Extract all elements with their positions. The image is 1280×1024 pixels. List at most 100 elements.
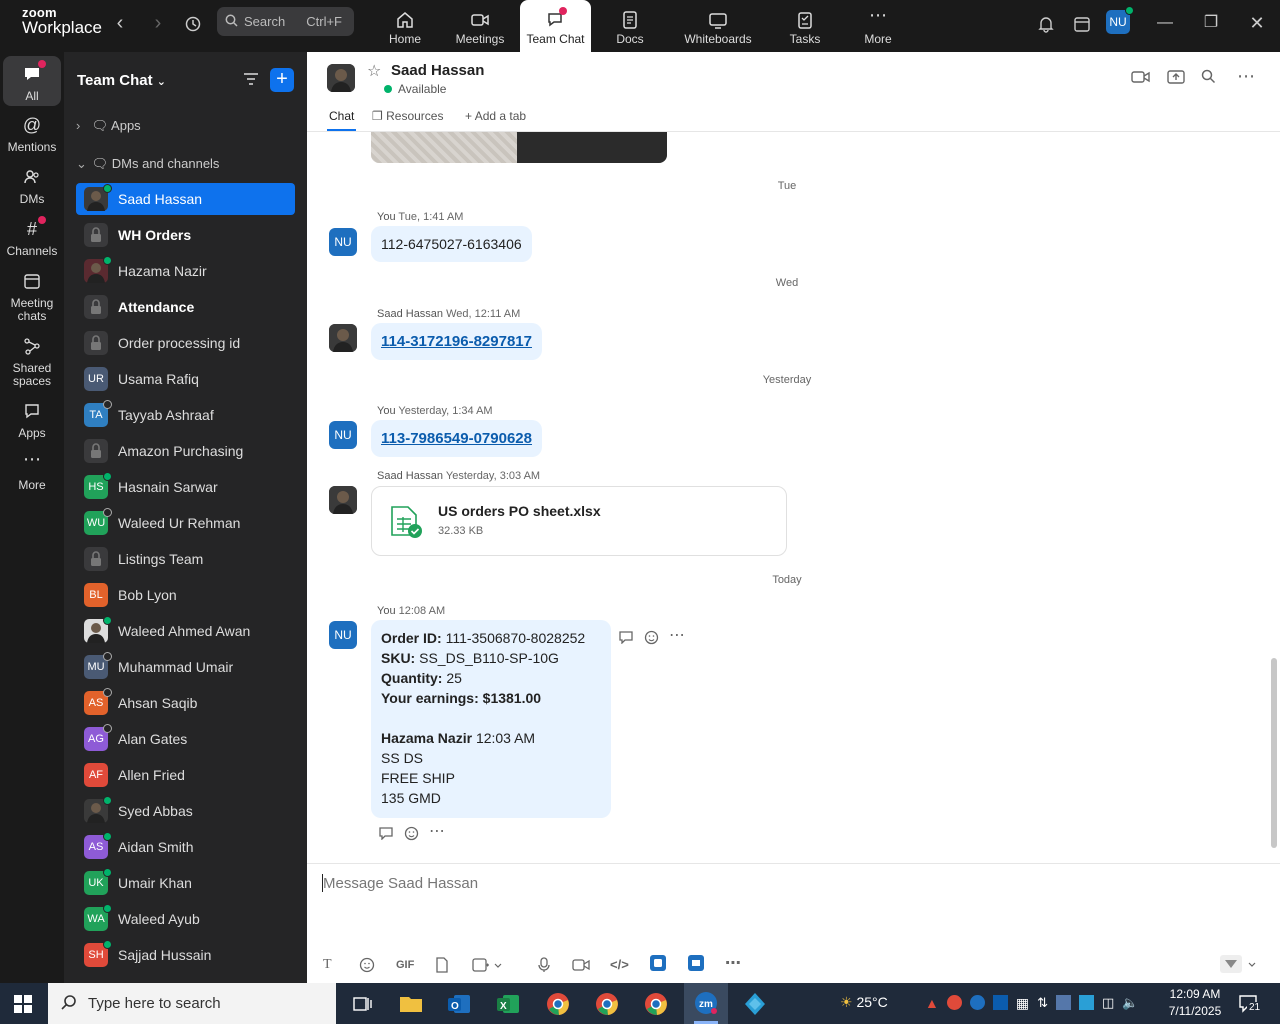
- user-avatar[interactable]: NU: [1106, 6, 1134, 34]
- share-screen-icon[interactable]: [1167, 69, 1185, 90]
- weather-widget[interactable]: ☀ 25°C: [840, 994, 888, 1011]
- sidebar-item-waleed-ayub[interactable]: WA Waleed Ayub: [76, 903, 295, 935]
- sidebar-item-listings-team[interactable]: Listings Team: [76, 543, 295, 575]
- excel-icon[interactable]: X: [493, 989, 523, 1019]
- message-bubble[interactable]: 112-6475027-6163406: [371, 226, 532, 262]
- sidebar-item-waleed-ahmed-awan[interactable]: Waleed Ahmed Awan: [76, 615, 295, 647]
- rail-item-channels[interactable]: # Channels: [3, 212, 61, 258]
- tab-team-chat[interactable]: Team Chat: [520, 0, 591, 52]
- tab-meetings[interactable]: Meetings: [448, 0, 512, 52]
- sidebar-item-syed-abbas[interactable]: Syed Abbas: [76, 795, 295, 827]
- app-diamond-icon[interactable]: [740, 989, 770, 1019]
- peer-avatar[interactable]: [329, 486, 357, 514]
- sidebar-title[interactable]: Team Chat ⌄: [77, 72, 166, 89]
- more-options-icon[interactable]: ⋯: [725, 953, 741, 973]
- video-message-icon[interactable]: [572, 957, 590, 976]
- rail-item-apps[interactable]: Apps: [3, 394, 61, 440]
- sidebar-item-muhammad-umair[interactable]: MU Muhammad Umair: [76, 651, 295, 683]
- more-options-icon[interactable]: ⋯: [669, 628, 685, 650]
- video-call-icon[interactable]: [1131, 69, 1151, 90]
- screenshot-icon[interactable]: [472, 957, 502, 976]
- message-bubble[interactable]: Order ID: 111-3506870-8028252 SKU: SS_DS…: [371, 620, 611, 818]
- file-attachment[interactable]: US orders PO sheet.xlsx 32.33 KB: [371, 486, 787, 556]
- more-options-icon[interactable]: ⋯: [1237, 66, 1255, 87]
- rail-item-more[interactable]: ⋯ More: [3, 446, 61, 492]
- taskbar-search-input[interactable]: Type here to search: [48, 983, 336, 1024]
- sidebar-item-aidan-smith[interactable]: AS Aidan Smith: [76, 831, 295, 863]
- order-link[interactable]: 114-3172196-8297817: [381, 333, 532, 350]
- sidebar-item-order-processing-id[interactable]: Order processing id: [76, 327, 295, 359]
- history-icon[interactable]: [181, 12, 205, 36]
- chrome-icon[interactable]: [543, 989, 573, 1019]
- tab-docs[interactable]: Docs: [608, 0, 652, 52]
- peer-avatar[interactable]: [327, 64, 355, 92]
- message-bubble[interactable]: 114-3172196-8297817: [371, 323, 542, 360]
- defender-icon[interactable]: ▦: [1016, 995, 1029, 1012]
- microphone-icon[interactable]: [537, 957, 551, 976]
- sidebar-item-saad-hassan[interactable]: Saad Hassan: [76, 183, 295, 215]
- send-options-icon[interactable]: [1220, 955, 1258, 976]
- bell-icon[interactable]: [1034, 12, 1058, 36]
- reply-icon[interactable]: [378, 826, 394, 846]
- search-input[interactable]: Search Ctrl+F: [217, 7, 354, 36]
- outlook-tray-icon[interactable]: [992, 995, 1008, 1010]
- gif-button[interactable]: GIF: [396, 959, 414, 971]
- zoom-taskbar-icon[interactable]: zm: [684, 983, 728, 1024]
- code-snippet-icon[interactable]: </>: [610, 957, 629, 972]
- chrome-tray-icon[interactable]: [946, 995, 962, 1010]
- sidebar-item-umair-khan[interactable]: UK Umair Khan: [76, 867, 295, 899]
- tab-home[interactable]: Home: [378, 0, 432, 52]
- sidebar-item-usama-rafiq[interactable]: UR Usama Rafiq: [76, 363, 295, 395]
- forward-arrow-icon[interactable]: ›: [146, 12, 170, 36]
- sidebar-item-tayyab-ashraaf[interactable]: TA Tayyab Ashraaf: [76, 399, 295, 431]
- task-view-icon[interactable]: [348, 989, 378, 1019]
- windows-start-icon[interactable]: [14, 995, 32, 1018]
- section-apps[interactable]: › 🗨 Apps: [76, 118, 141, 134]
- sidebar-item-attendance[interactable]: Attendance: [76, 291, 295, 323]
- speaker-muted-icon[interactable]: 🔈: [1122, 995, 1138, 1012]
- chrome-profile-icon[interactable]: [592, 989, 622, 1019]
- tab-add[interactable]: + Add a tab: [465, 109, 526, 123]
- app-icon-2[interactable]: [688, 955, 704, 974]
- sidebar-item-wh-orders[interactable]: WH Orders: [76, 219, 295, 251]
- message-input[interactable]: Message Saad Hassan: [323, 875, 478, 892]
- tab-chat[interactable]: Chat: [326, 109, 357, 131]
- peer-name[interactable]: Saad Hassan: [391, 62, 484, 79]
- acrobat-icon[interactable]: ▲: [925, 995, 939, 1012]
- app-tray-icon[interactable]: [1056, 995, 1071, 1010]
- sidebar-item-bob-lyon[interactable]: BL Bob Lyon: [76, 579, 295, 611]
- rail-item-dms[interactable]: DMs: [3, 160, 61, 206]
- rail-item-all[interactable]: All: [3, 56, 61, 106]
- format-text-icon[interactable]: T: [323, 957, 332, 973]
- restore-icon[interactable]: ❐: [1199, 12, 1223, 36]
- app-icon-1[interactable]: [650, 955, 666, 974]
- emoji-icon[interactable]: [644, 630, 659, 650]
- sidebar-item-ahsan-saqib[interactable]: AS Ahsan Saqib: [76, 687, 295, 719]
- clock[interactable]: 12:09 AM 7/11/2025: [1160, 986, 1230, 1020]
- chrome-profile-icon[interactable]: [641, 989, 671, 1019]
- image-attachment[interactable]: [371, 132, 667, 163]
- filter-icon[interactable]: [242, 70, 260, 93]
- zoom-tray-icon[interactable]: [969, 995, 985, 1010]
- tab-resources[interactable]: ❐ Resources: [372, 109, 443, 123]
- tab-whiteboards[interactable]: Whiteboards: [680, 0, 756, 52]
- sidebar-item-sajjad-hussain[interactable]: SH Sajjad Hussain: [76, 939, 295, 971]
- section-dms[interactable]: ⌄ 🗨 DMs and channels: [76, 156, 219, 172]
- sidebar-item-waleed-ur-rehman[interactable]: WU Waleed Ur Rehman: [76, 507, 295, 539]
- minimize-icon[interactable]: —: [1153, 12, 1177, 36]
- scrollbar[interactable]: [1271, 658, 1277, 848]
- network-off-icon[interactable]: ⇅: [1037, 995, 1048, 1012]
- star-icon[interactable]: ☆: [367, 61, 381, 81]
- file-icon[interactable]: [435, 957, 449, 976]
- sidebar-item-amazon-purchasing[interactable]: Amazon Purchasing: [76, 435, 295, 467]
- composer[interactable]: Message Saad Hassan T GIF </> ⋯: [307, 863, 1280, 983]
- outlook-icon[interactable]: O: [444, 989, 474, 1019]
- peer-avatar[interactable]: [329, 324, 357, 352]
- user-avatar[interactable]: NU: [329, 228, 357, 256]
- order-link[interactable]: 113-7986549-0790628: [381, 430, 532, 447]
- network-icon[interactable]: ◫: [1102, 995, 1114, 1012]
- more-options-icon[interactable]: ⋯: [429, 824, 445, 846]
- new-chat-button[interactable]: +: [270, 68, 294, 92]
- sidebar-item-hazama-nazir[interactable]: Hazama Nazir: [76, 255, 295, 287]
- app-tray-icon-2[interactable]: [1079, 995, 1094, 1010]
